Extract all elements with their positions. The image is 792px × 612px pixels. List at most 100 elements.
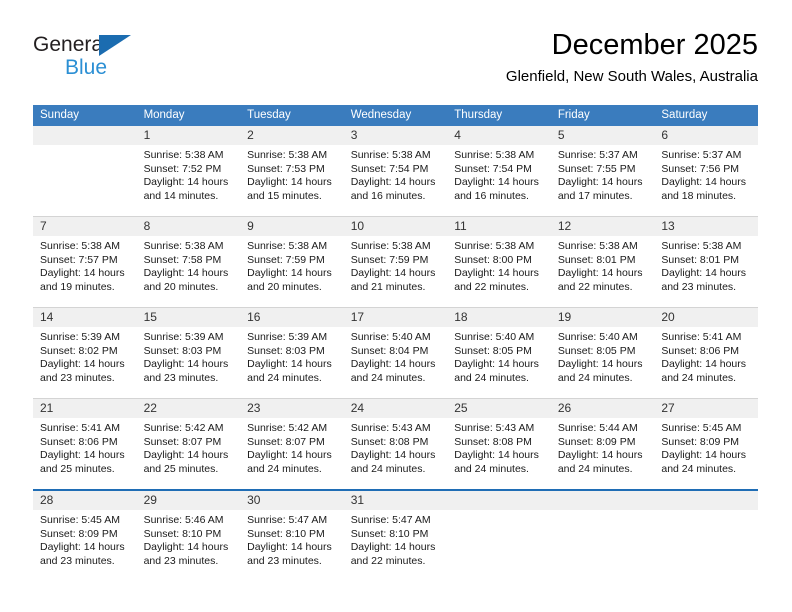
day-cell[interactable]: 16 Sunrise: 5:39 AM Sunset: 8:03 PM Dayl… <box>240 307 344 399</box>
day-cell[interactable]: 25 Sunrise: 5:43 AM Sunset: 8:08 PM Dayl… <box>447 398 551 490</box>
daylight-text-line1: Daylight: 14 hours <box>557 449 643 461</box>
sunrise-text: Sunrise: 5:43 AM <box>350 422 431 434</box>
day-number <box>654 491 758 510</box>
sunset-text: Sunset: 8:10 PM <box>247 527 325 540</box>
day-cell[interactable]: 24 Sunrise: 5:43 AM Sunset: 8:08 PM Dayl… <box>343 398 448 490</box>
daylight-text-line2: and 24 minutes. <box>454 462 529 475</box>
daylight-text-line1: Daylight: 14 hours <box>350 541 436 553</box>
sunset-text: Sunset: 8:08 PM <box>350 435 429 448</box>
day-number: 12 <box>550 217 655 236</box>
day-details: Sunrise: 5:39 AM Sunset: 8:02 PM Dayligh… <box>33 327 137 385</box>
day-cell[interactable]: 18 Sunrise: 5:40 AM Sunset: 8:05 PM Dayl… <box>447 307 551 399</box>
daylight-text-line2: and 14 minutes. <box>143 189 219 202</box>
daylight-text-line1: Daylight: 14 hours <box>247 176 332 188</box>
triangle-icon <box>99 35 131 56</box>
sunset-text: Sunset: 8:06 PM <box>40 435 118 448</box>
sunset-text: Sunset: 8:01 PM <box>661 253 740 266</box>
day-cell[interactable]: 9 Sunrise: 5:38 AM Sunset: 7:59 PM Dayli… <box>240 216 344 308</box>
day-cell[interactable]: 8 Sunrise: 5:38 AM Sunset: 7:58 PM Dayli… <box>136 216 241 308</box>
sunrise-text: Sunrise: 5:43 AM <box>454 422 535 434</box>
sunrise-text: Sunrise: 5:40 AM <box>350 331 431 343</box>
day-cell[interactable]: 15 Sunrise: 5:39 AM Sunset: 8:03 PM Dayl… <box>136 307 241 399</box>
day-cell[interactable]: 13 Sunrise: 5:38 AM Sunset: 8:01 PM Dayl… <box>654 216 758 308</box>
sunrise-text: Sunrise: 5:37 AM <box>661 149 742 161</box>
day-cell[interactable] <box>447 489 551 581</box>
week-row: 21 Sunrise: 5:41 AM Sunset: 8:06 PM Dayl… <box>33 398 758 490</box>
day-details: Sunrise: 5:41 AM Sunset: 8:06 PM Dayligh… <box>654 327 758 385</box>
daylight-text-line2: and 25 minutes. <box>143 462 219 475</box>
day-cell[interactable]: 19 Sunrise: 5:40 AM Sunset: 8:05 PM Dayl… <box>550 307 655 399</box>
day-cell[interactable]: 23 Sunrise: 5:42 AM Sunset: 8:07 PM Dayl… <box>240 398 344 490</box>
day-number: 24 <box>343 399 448 418</box>
sunrise-text: Sunrise: 5:38 AM <box>143 240 224 252</box>
sunset-text: Sunset: 8:00 PM <box>454 253 532 266</box>
day-cell[interactable]: 3 Sunrise: 5:38 AM Sunset: 7:54 PM Dayli… <box>343 126 448 217</box>
day-cell[interactable]: 29 Sunrise: 5:46 AM Sunset: 8:10 PM Dayl… <box>136 489 241 581</box>
day-details <box>447 510 551 514</box>
daylight-text-line1: Daylight: 14 hours <box>557 176 643 188</box>
day-details: Sunrise: 5:38 AM Sunset: 8:00 PM Dayligh… <box>447 236 551 294</box>
day-cell[interactable]: 27 Sunrise: 5:45 AM Sunset: 8:09 PM Dayl… <box>654 398 758 490</box>
day-cell[interactable]: 22 Sunrise: 5:42 AM Sunset: 8:07 PM Dayl… <box>136 398 241 490</box>
day-details: Sunrise: 5:41 AM Sunset: 8:06 PM Dayligh… <box>33 418 137 476</box>
day-number: 7 <box>33 217 137 236</box>
day-cell[interactable]: 11 Sunrise: 5:38 AM Sunset: 8:00 PM Dayl… <box>447 216 551 308</box>
day-cell[interactable]: 14 Sunrise: 5:39 AM Sunset: 8:02 PM Dayl… <box>33 307 137 399</box>
daylight-text-line2: and 22 minutes. <box>454 280 529 293</box>
day-cell-inner: 18 Sunrise: 5:40 AM Sunset: 8:05 PM Dayl… <box>447 308 551 397</box>
week-row: 28 Sunrise: 5:45 AM Sunset: 8:09 PM Dayl… <box>33 489 758 581</box>
day-cell-inner: 19 Sunrise: 5:40 AM Sunset: 8:05 PM Dayl… <box>550 308 655 397</box>
weekday-header-thursday: Thursday <box>447 105 551 126</box>
day-number: 25 <box>447 399 551 418</box>
day-cell[interactable]: 31 Sunrise: 5:47 AM Sunset: 8:10 PM Dayl… <box>343 489 448 581</box>
sunset-text: Sunset: 8:05 PM <box>557 344 636 357</box>
day-cell[interactable]: 6 Sunrise: 5:37 AM Sunset: 7:56 PM Dayli… <box>654 126 758 217</box>
day-cell-inner: 17 Sunrise: 5:40 AM Sunset: 8:04 PM Dayl… <box>343 308 448 397</box>
general-blue-logo[interactable]: General Blue <box>33 33 183 85</box>
sunset-text: Sunset: 7:58 PM <box>143 253 222 266</box>
day-cell-inner: 20 Sunrise: 5:41 AM Sunset: 8:06 PM Dayl… <box>654 308 758 397</box>
day-cell[interactable]: 1 Sunrise: 5:38 AM Sunset: 7:52 PM Dayli… <box>136 126 241 217</box>
day-number: 22 <box>136 399 241 418</box>
day-number: 28 <box>33 491 137 510</box>
day-number: 8 <box>136 217 241 236</box>
day-cell[interactable]: 28 Sunrise: 5:45 AM Sunset: 8:09 PM Dayl… <box>33 489 137 581</box>
day-cell[interactable]: 12 Sunrise: 5:38 AM Sunset: 8:01 PM Dayl… <box>550 216 655 308</box>
day-cell[interactable]: 26 Sunrise: 5:44 AM Sunset: 8:09 PM Dayl… <box>550 398 655 490</box>
daylight-text-line1: Daylight: 14 hours <box>143 176 229 188</box>
day-number: 30 <box>240 491 344 510</box>
day-cell[interactable]: 21 Sunrise: 5:41 AM Sunset: 8:06 PM Dayl… <box>33 398 137 490</box>
day-cell[interactable]: 20 Sunrise: 5:41 AM Sunset: 8:06 PM Dayl… <box>654 307 758 399</box>
day-cell[interactable]: 4 Sunrise: 5:38 AM Sunset: 7:54 PM Dayli… <box>447 126 551 217</box>
day-cell[interactable]: 10 Sunrise: 5:38 AM Sunset: 7:59 PM Dayl… <box>343 216 448 308</box>
daylight-text-line1: Daylight: 14 hours <box>40 267 125 279</box>
daylight-text-line2: and 23 minutes. <box>247 554 322 567</box>
day-cell[interactable] <box>654 489 758 581</box>
daylight-text-line1: Daylight: 14 hours <box>143 358 229 370</box>
day-cell-inner: 4 Sunrise: 5:38 AM Sunset: 7:54 PM Dayli… <box>447 126 551 215</box>
weekday-header-saturday: Saturday <box>654 105 758 126</box>
day-cell[interactable] <box>33 126 137 217</box>
day-details: Sunrise: 5:42 AM Sunset: 8:07 PM Dayligh… <box>240 418 344 476</box>
sunrise-text: Sunrise: 5:38 AM <box>143 149 224 161</box>
day-details: Sunrise: 5:38 AM Sunset: 7:59 PM Dayligh… <box>240 236 344 294</box>
daylight-text-line2: and 20 minutes. <box>247 280 322 293</box>
daylight-text-line1: Daylight: 14 hours <box>40 449 125 461</box>
day-details <box>551 510 655 514</box>
day-cell[interactable] <box>550 489 655 581</box>
day-cell-inner: 15 Sunrise: 5:39 AM Sunset: 8:03 PM Dayl… <box>136 308 241 397</box>
day-cell-inner: 5 Sunrise: 5:37 AM Sunset: 7:55 PM Dayli… <box>550 126 655 215</box>
day-cell-inner: 29 Sunrise: 5:46 AM Sunset: 8:10 PM Dayl… <box>136 491 241 580</box>
day-cell[interactable]: 2 Sunrise: 5:38 AM Sunset: 7:53 PM Dayli… <box>240 126 344 217</box>
day-details: Sunrise: 5:44 AM Sunset: 8:09 PM Dayligh… <box>551 418 655 476</box>
sunrise-text: Sunrise: 5:38 AM <box>350 149 431 161</box>
day-details: Sunrise: 5:39 AM Sunset: 8:03 PM Dayligh… <box>240 327 344 385</box>
day-cell[interactable]: 7 Sunrise: 5:38 AM Sunset: 7:57 PM Dayli… <box>33 216 137 308</box>
daylight-text-line1: Daylight: 14 hours <box>454 176 539 188</box>
day-cell[interactable]: 17 Sunrise: 5:40 AM Sunset: 8:04 PM Dayl… <box>343 307 448 399</box>
day-details: Sunrise: 5:45 AM Sunset: 8:09 PM Dayligh… <box>33 510 137 568</box>
daylight-text-line2: and 23 minutes. <box>661 280 737 293</box>
day-cell[interactable]: 5 Sunrise: 5:37 AM Sunset: 7:55 PM Dayli… <box>550 126 655 217</box>
day-details: Sunrise: 5:37 AM Sunset: 7:56 PM Dayligh… <box>654 145 758 203</box>
day-cell[interactable]: 30 Sunrise: 5:47 AM Sunset: 8:10 PM Dayl… <box>240 489 344 581</box>
